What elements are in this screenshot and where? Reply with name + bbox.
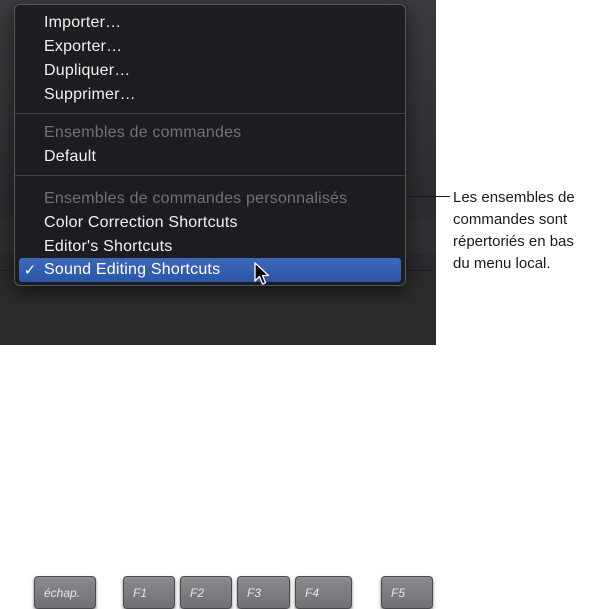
menu-item-editors-shortcuts[interactable]: Editor's Shortcuts bbox=[15, 235, 405, 259]
callout-text: Les ensembles de commandes sont répertor… bbox=[453, 187, 603, 275]
menu-item-color-correction-shortcuts[interactable]: Color Correction Shortcuts bbox=[15, 211, 405, 235]
key-escape[interactable]: échap. bbox=[34, 576, 96, 609]
callout-line: Les ensembles de bbox=[453, 189, 575, 206]
callout-line: du menu local. bbox=[453, 255, 551, 272]
callout-line: répertoriés en bas bbox=[453, 233, 574, 250]
menu-item-delete[interactable]: Supprimer… bbox=[15, 83, 405, 107]
callout-line: commandes sont bbox=[453, 211, 568, 228]
menu-item-default[interactable]: Default bbox=[15, 145, 405, 169]
menu-item-import[interactable]: Importer… bbox=[15, 11, 405, 35]
menu-separator bbox=[15, 113, 405, 114]
key-f5[interactable]: F5 bbox=[381, 576, 433, 609]
menu-item-export[interactable]: Exporter… bbox=[15, 35, 405, 59]
key-f4[interactable]: F4 bbox=[295, 576, 352, 609]
menu-section-header-custom-command-sets: Ensembles de commandes personnalisés bbox=[44, 190, 348, 207]
menu-item-sound-editing-shortcuts[interactable]: ✓ Sound Editing Shortcuts bbox=[19, 258, 401, 282]
menu-section-header-command-sets: Ensembles de commandes bbox=[44, 124, 242, 141]
callout-leader-line bbox=[408, 196, 450, 197]
menu-item-duplicate[interactable]: Dupliquer… bbox=[15, 59, 405, 83]
menu-separator bbox=[15, 175, 405, 176]
key-f1[interactable]: F1 bbox=[123, 576, 175, 609]
mouse-pointer-icon bbox=[254, 262, 270, 285]
key-f2[interactable]: F2 bbox=[180, 576, 232, 609]
checkmark-icon: ✓ bbox=[23, 261, 37, 279]
command-set-popup-menu: Importer… Exporter… Dupliquer… Supprimer… bbox=[14, 4, 406, 286]
key-f3[interactable]: F3 bbox=[237, 576, 290, 609]
menu-item-label: Sound Editing Shortcuts bbox=[44, 261, 221, 278]
